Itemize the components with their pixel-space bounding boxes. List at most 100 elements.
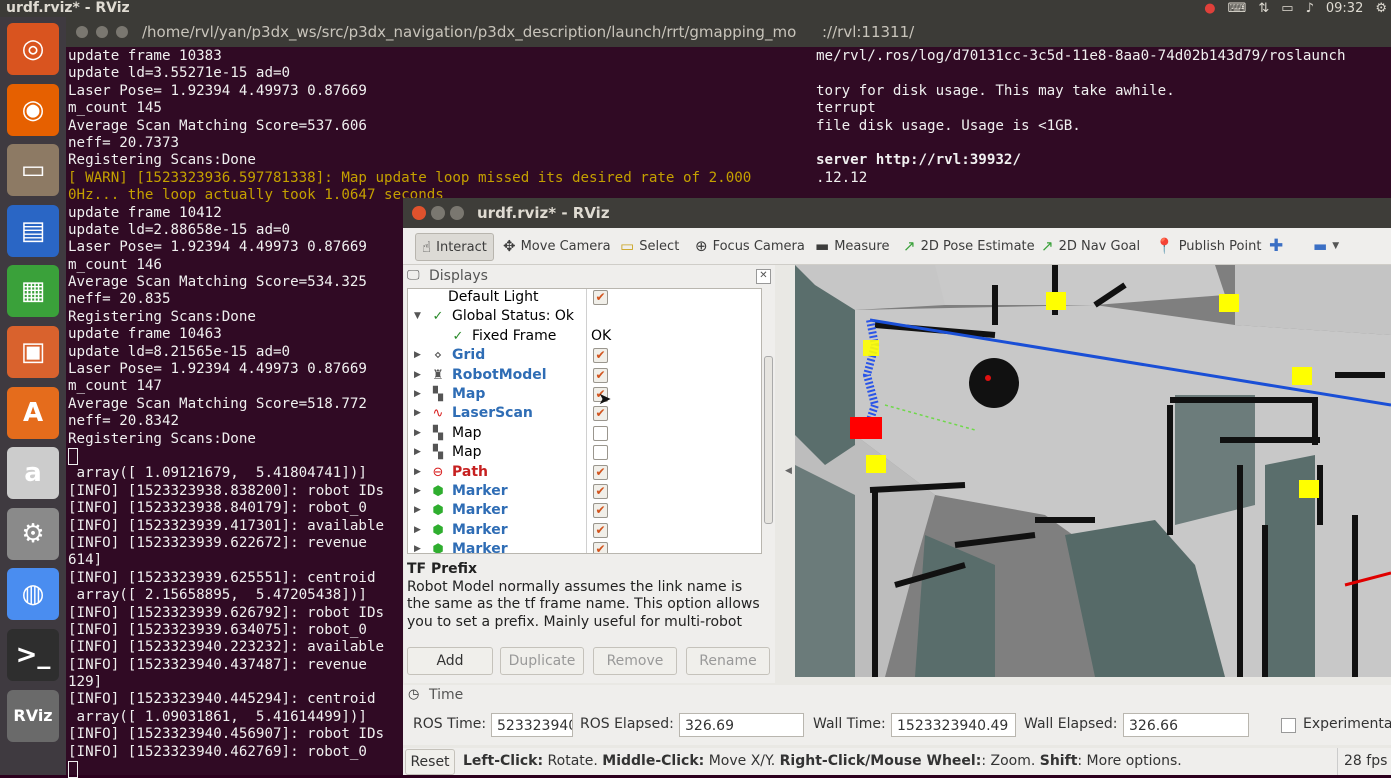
chrome-icon[interactable]: ◍ xyxy=(7,568,59,621)
3d-render-view[interactable] xyxy=(795,265,1391,677)
tool-2d-pose-estimate[interactable]: ↗ 2D Pose Estimate xyxy=(903,233,1035,259)
duplicate-button[interactable]: Duplicate xyxy=(500,647,584,675)
display-row-robotmodel[interactable]: ▶ ♜ RobotModel ✔ xyxy=(408,365,761,385)
display-value-cell[interactable] xyxy=(586,423,761,444)
expand-right-arrow-icon[interactable]: ▶ xyxy=(414,366,421,385)
close-icon[interactable] xyxy=(76,26,88,38)
enable-checkbox[interactable]: ✔ xyxy=(593,406,608,422)
display-row-marker[interactable]: ▶ ⬢ Marker ✔ xyxy=(408,482,761,502)
expand-right-arrow-icon[interactable]: ▶ xyxy=(414,385,421,404)
display-row-map[interactable]: ▶ ▚ Map ✔ xyxy=(408,385,761,405)
network-icon[interactable]: ⇅ xyxy=(1258,0,1269,17)
chevron-down-icon[interactable]: ▼ xyxy=(1332,241,1339,251)
display-row-marker[interactable]: ▶ ⬢ Marker ✔ xyxy=(408,520,761,541)
display-value-cell[interactable] xyxy=(586,443,761,463)
enable-checkbox[interactable]: ✔ xyxy=(593,367,608,383)
maximize-icon[interactable] xyxy=(116,26,128,38)
close-icon[interactable] xyxy=(412,206,426,220)
rename-button[interactable]: Rename xyxy=(686,647,770,675)
settings-icon[interactable]: ⚙ xyxy=(7,507,59,560)
record-icon[interactable]: ● xyxy=(1204,0,1215,17)
tool-interact[interactable]: ☝ Interact xyxy=(415,233,494,261)
enable-checkbox[interactable]: ✔ xyxy=(593,542,608,553)
battery-icon[interactable]: ▭ xyxy=(1281,0,1293,17)
display-row-global-status-ok[interactable]: ▼ ✓ Global Status: Ok xyxy=(408,307,761,327)
expand-right-arrow-icon[interactable]: ▶ xyxy=(414,346,421,365)
display-row-fixed-frame[interactable]: ✓ Fixed Frame OK xyxy=(408,326,761,347)
impress-icon[interactable]: ▣ xyxy=(7,326,59,378)
remove-tool-minus-icon[interactable]: ▬ ▼ xyxy=(1313,233,1339,259)
displays-scrollbar[interactable] xyxy=(762,288,773,552)
expand-right-arrow-icon[interactable]: ▶ xyxy=(414,404,421,423)
display-value-cell[interactable]: ✔ xyxy=(586,540,761,553)
enable-checkbox[interactable]: ✔ xyxy=(593,503,608,519)
add-button[interactable]: Add xyxy=(407,647,493,675)
expand-right-arrow-icon[interactable]: ▶ xyxy=(414,424,421,443)
expand-right-arrow-icon[interactable]: ▶ xyxy=(414,463,421,482)
amazon-icon[interactable]: a xyxy=(7,447,59,500)
display-value-cell[interactable] xyxy=(586,307,761,327)
enable-checkbox[interactable]: ✔ xyxy=(593,464,608,480)
expand-right-arrow-icon[interactable]: ▶ xyxy=(414,501,421,520)
tool-move-camera[interactable]: ✥ Move Camera xyxy=(503,233,611,259)
remove-button[interactable]: Remove xyxy=(593,647,677,675)
rviz-icon[interactable]: RViz xyxy=(7,689,59,742)
reset-button[interactable]: Reset xyxy=(405,749,455,775)
tool-publish-point[interactable]: 📍 Publish Point xyxy=(1155,233,1261,259)
display-value-cell[interactable]: OK xyxy=(586,326,761,347)
enable-checkbox[interactable]: ✔ xyxy=(593,484,608,499)
enable-checkbox[interactable]: ✔ xyxy=(593,290,608,305)
tool-focus-camera[interactable]: ⊕ Focus Camera xyxy=(695,233,805,259)
display-row-map[interactable]: ▶ ▚ Map xyxy=(408,443,761,463)
terminal-icon[interactable]: >_ xyxy=(7,629,59,681)
files-icon[interactable]: ▭ xyxy=(7,144,59,197)
display-value-cell[interactable]: ✔ xyxy=(586,482,761,502)
tool-select[interactable]: ▭ Select xyxy=(620,233,679,259)
display-value-cell[interactable]: ✔ xyxy=(586,520,761,541)
maximize-icon[interactable] xyxy=(450,206,464,220)
description-scrollbar[interactable] xyxy=(762,561,773,637)
clock[interactable]: 09:32 xyxy=(1326,0,1363,17)
close-panel-icon[interactable]: ✕ xyxy=(756,269,771,284)
display-row-path[interactable]: ▶ ⊖ Path ✔ xyxy=(408,462,761,482)
display-value-cell[interactable]: ✔ xyxy=(586,365,761,385)
display-row-grid[interactable]: ▶ ⋄ Grid ✔ xyxy=(408,346,761,366)
wall-time-field[interactable]: 1523323940.49 xyxy=(891,713,1016,737)
volume-icon[interactable]: ♪ xyxy=(1306,0,1314,17)
display-value-cell[interactable]: ✔ xyxy=(586,346,761,366)
display-row-map[interactable]: ▶ ▚ Map xyxy=(408,423,761,444)
display-value-cell[interactable]: ✔ xyxy=(586,501,761,521)
display-row-marker[interactable]: ▶ ⬢ Marker ✔ xyxy=(408,501,761,521)
collapse-panel-arrow-icon[interactable]: ◀ xyxy=(785,466,792,476)
tool-2d-nav-goal[interactable]: ↗ 2D Nav Goal xyxy=(1041,233,1140,259)
power-gear-icon[interactable]: ⚙ xyxy=(1375,0,1387,17)
software-center-icon[interactable]: A xyxy=(7,386,59,439)
minimize-icon[interactable] xyxy=(96,26,108,38)
display-value-cell[interactable]: ✔ xyxy=(586,462,761,482)
enable-checkbox[interactable] xyxy=(593,425,608,441)
expand-down-arrow-icon[interactable]: ▼ xyxy=(414,307,421,326)
enable-checkbox[interactable]: ✔ xyxy=(593,348,608,364)
expand-right-arrow-icon[interactable]: ▶ xyxy=(414,540,421,553)
display-value-cell[interactable]: ✔ xyxy=(586,404,761,424)
display-row-default-light[interactable]: Default Light ✔ xyxy=(408,289,761,308)
minimize-icon[interactable] xyxy=(431,206,445,220)
firefox-icon[interactable]: ◉ xyxy=(7,83,59,136)
tool-measure[interactable]: ▬ Measure xyxy=(815,233,889,259)
experimental-checkbox[interactable] xyxy=(1281,718,1296,733)
display-value-cell[interactable]: ✔ xyxy=(586,289,761,308)
calc-icon[interactable]: ▦ xyxy=(7,265,59,318)
expand-right-arrow-icon[interactable]: ▶ xyxy=(414,443,421,462)
expand-right-arrow-icon[interactable]: ▶ xyxy=(414,482,421,501)
ros-time-field[interactable]: 523323940.46 xyxy=(491,713,573,737)
displays-tree[interactable]: Default Light ✔ ▼ ✓ Global Status: Ok ✓ Fixed … xyxy=(407,288,762,554)
writer-icon[interactable]: ▤ xyxy=(7,204,59,257)
enable-checkbox[interactable]: ✔ xyxy=(593,522,608,538)
add-tool-plus-icon[interactable]: ✚ xyxy=(1269,233,1283,259)
display-row-marker[interactable]: ▶ ⬢ Marker ✔ xyxy=(408,540,761,553)
display-row-laserscan[interactable]: ▶ ∿ LaserScan ✔ xyxy=(408,404,761,424)
ros-elapsed-field[interactable]: 326.69 xyxy=(679,713,804,737)
expand-right-arrow-icon[interactable]: ▶ xyxy=(414,521,421,540)
keyboard-icon[interactable]: ⌨ xyxy=(1228,0,1247,17)
ubuntu-dash-icon[interactable]: ◎ xyxy=(7,23,59,75)
